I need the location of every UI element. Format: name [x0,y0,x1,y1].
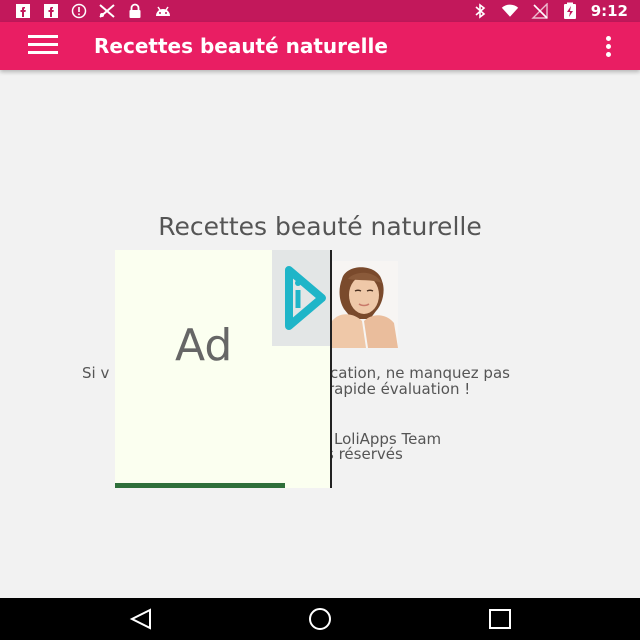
rating-message-line2: rapide évaluation ! [328,380,471,398]
status-time: 9:12 [590,2,628,20]
facebook-icon [14,2,32,20]
content-title: Recettes beauté naturelle [158,212,482,241]
recents-square-icon[interactable] [486,608,514,630]
status-bar: 9:12 [0,0,640,22]
lock-icon [126,2,144,20]
credit-rights: s réservés [326,445,403,463]
face-image [328,261,398,348]
ad-label: Ad [175,320,233,371]
ad-banner[interactable]: Ad [115,250,332,488]
android-icon [154,2,172,20]
more-vert-icon[interactable] [604,36,612,58]
back-triangle-icon[interactable] [128,608,156,630]
wifi-icon [501,2,519,20]
no-signal-icon [530,2,549,20]
ad-progress-bar [115,483,285,488]
bluetooth-icon [471,2,489,20]
navigation-bar [0,598,640,640]
cut-tool-icon [98,2,116,20]
home-circle-icon[interactable] [306,608,334,630]
app-title: Recettes beauté naturelle [94,34,388,58]
hamburger-menu-icon[interactable] [28,34,60,58]
battery-charging-icon [561,2,579,20]
facebook-icon [42,2,60,20]
play-arrow-icon[interactable] [272,250,330,346]
app-bar: Recettes beauté naturelle [0,22,640,70]
rating-message-start: Si v [82,364,110,382]
rating-message-line1: cation, ne manquez pas [330,364,510,382]
info-icon [70,2,88,20]
